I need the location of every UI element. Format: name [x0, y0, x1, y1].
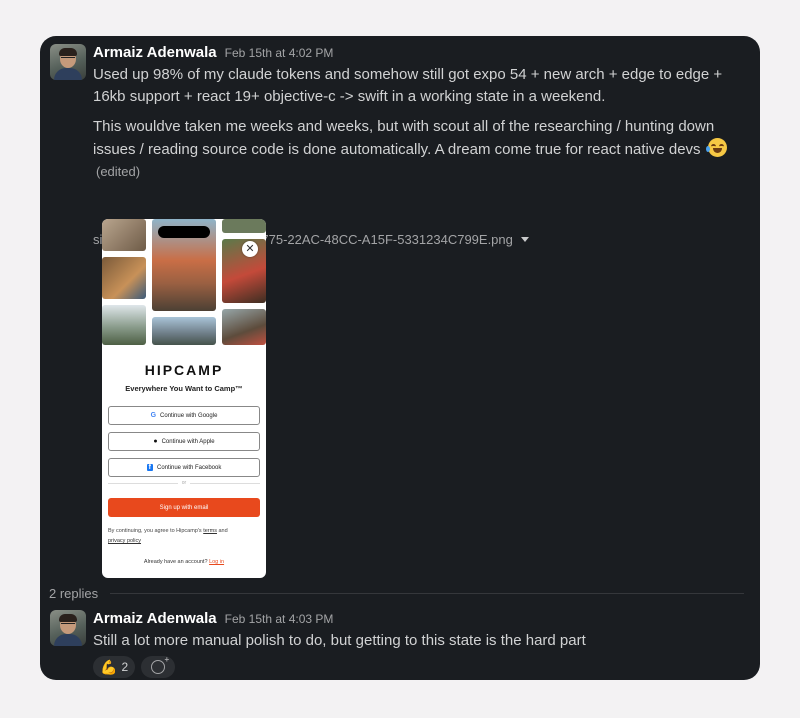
message-text: Still a lot more manual polish to do, bu…	[93, 632, 586, 649]
phone-notch	[158, 226, 210, 238]
photo-tile	[102, 257, 146, 299]
reactions-bar: 💪 2 +	[93, 655, 176, 678]
photo-tile	[222, 219, 266, 233]
close-icon: ✕	[242, 241, 258, 257]
attachment-image[interactable]: ✕ HIPCAMP Everywhere You Want to Camp™ G…	[102, 219, 266, 578]
timestamp[interactable]: Feb 15th at 4:03 PM	[225, 612, 334, 626]
add-emoji-icon: +	[151, 655, 169, 674]
paragraph-text: This wouldve taken me weeks and weeks, b…	[93, 118, 715, 158]
privacy-policy-link: privacy policy	[108, 538, 142, 544]
hipcamp-logo: HIPCAMP	[144, 362, 224, 378]
continue-apple-button: ● Continue with Apple	[108, 432, 260, 451]
chevron-down-icon[interactable]	[520, 237, 529, 242]
google-label: Continue with Google	[160, 412, 218, 419]
add-reaction-button[interactable]: +	[141, 655, 176, 678]
terms-text: By continuing, you agree to Hipcamp's te…	[108, 528, 228, 544]
message: Armaiz Adenwala Feb 15th at 4:03 PM Stil…	[48, 610, 752, 650]
thread-replies-divider: 2 replies	[49, 586, 744, 601]
terms-link: terms	[203, 528, 217, 534]
edited-label: (edited)	[96, 164, 141, 179]
login-prompt: Already have an account? Log in	[143, 559, 225, 565]
signup-label: Sign up with email	[159, 504, 209, 511]
continue-google-button: G Continue with Google	[108, 406, 260, 425]
photo-tile	[222, 309, 266, 345]
reaction-count: 2	[121, 660, 129, 674]
author-name[interactable]: Armaiz Adenwala	[93, 610, 217, 627]
joy-emoji-icon	[705, 138, 727, 157]
message-paragraph: Used up 98% of my claude tokens and some…	[93, 66, 723, 105]
signup-email-button: Sign up with email	[108, 498, 260, 517]
replies-count[interactable]: 2 replies	[49, 586, 98, 601]
continue-facebook-button: f Continue with Facebook	[108, 458, 260, 477]
photo-tile	[102, 305, 146, 345]
photo-tile	[102, 219, 146, 251]
facebook-icon: f	[146, 464, 153, 471]
message-header: Armaiz Adenwala Feb 15th at 4:02 PM	[93, 44, 333, 61]
apple-label: Continue with Apple	[161, 438, 215, 445]
login-link: Log in	[209, 559, 225, 565]
muscle-emoji-icon: 💪	[100, 658, 118, 675]
or-divider: or	[108, 480, 260, 486]
author-name[interactable]: Armaiz Adenwala	[93, 44, 217, 61]
apple-icon: ●	[153, 438, 158, 445]
photo-tile	[152, 317, 216, 345]
message-paragraph-2: This wouldve taken me weeks and weeks, b…	[93, 116, 740, 183]
message-header: Armaiz Adenwala Feb 15th at 4:03 PM	[93, 610, 333, 627]
timestamp[interactable]: Feb 15th at 4:02 PM	[225, 46, 334, 60]
google-icon: G	[150, 412, 157, 419]
avatar[interactable]	[50, 44, 86, 80]
reaction-muscle[interactable]: 💪 2	[93, 656, 136, 678]
message-thread-card: Armaiz Adenwala Feb 15th at 4:02 PM Used…	[40, 36, 760, 680]
facebook-label: Continue with Facebook	[156, 464, 222, 471]
avatar[interactable]	[50, 610, 86, 646]
message: Armaiz Adenwala Feb 15th at 4:02 PM Used…	[48, 44, 752, 578]
divider-line	[110, 593, 744, 594]
tagline: Everywhere You Want to Camp™	[125, 384, 243, 393]
